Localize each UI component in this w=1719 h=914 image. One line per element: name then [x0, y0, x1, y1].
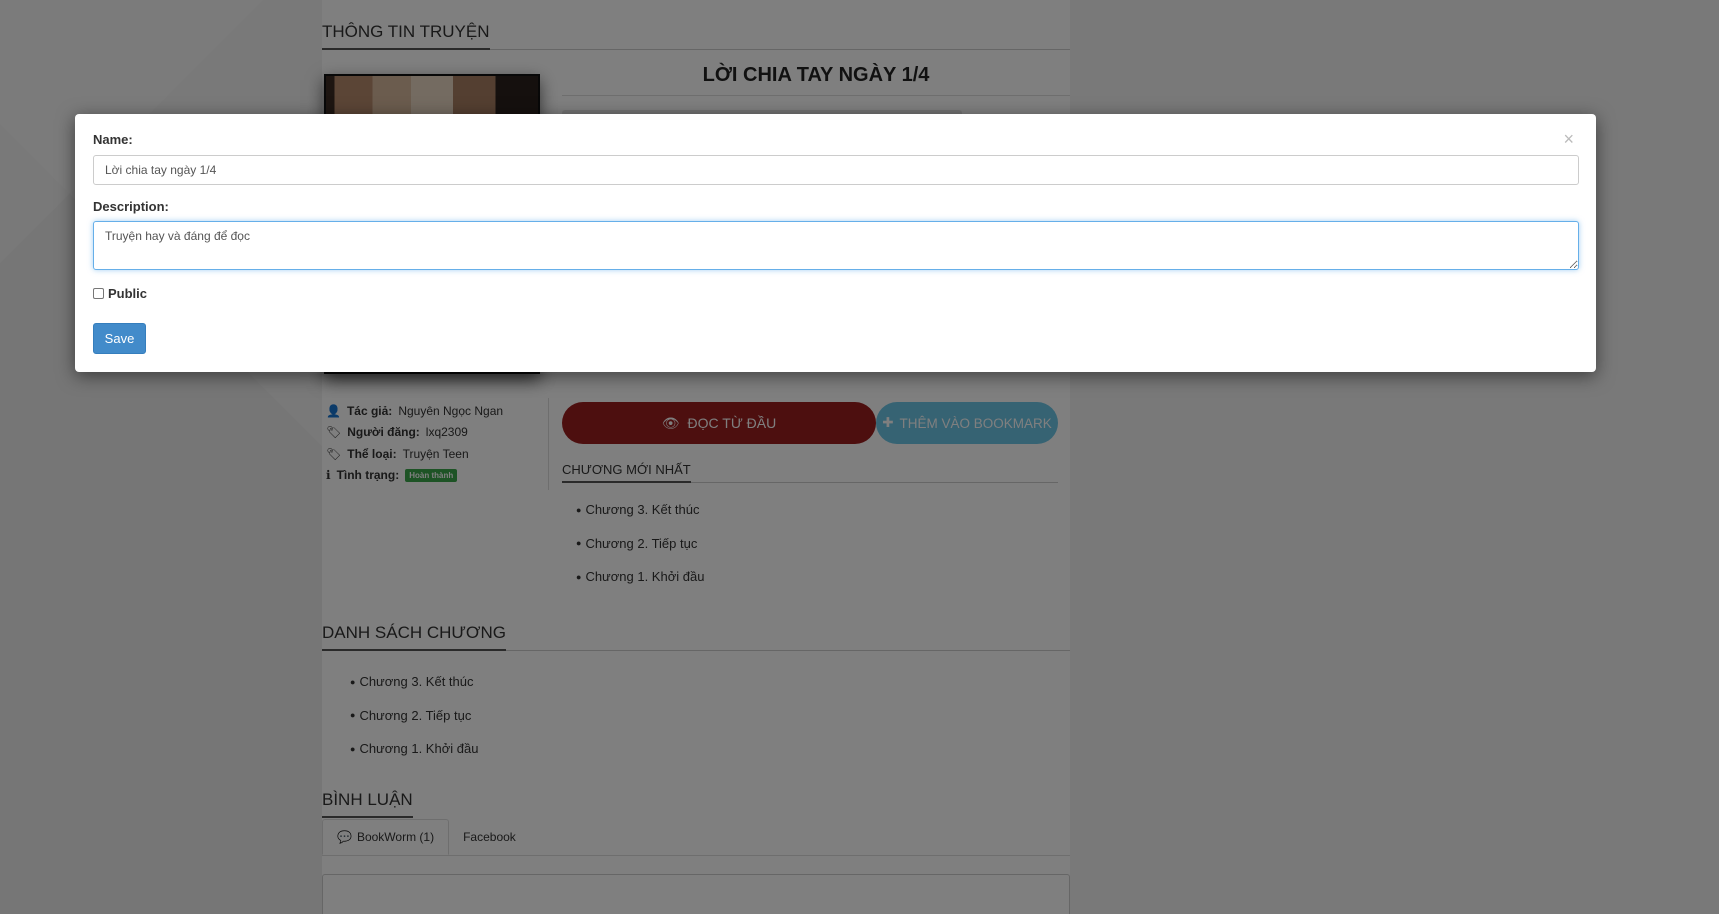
description-label: Description: [93, 199, 169, 214]
public-checkbox[interactable] [93, 288, 104, 299]
public-checkbox-row: Public [93, 286, 147, 301]
bookmark-modal: × Name: Description: Truyện hay và đáng … [75, 114, 1596, 372]
name-field[interactable] [93, 155, 1579, 185]
description-field[interactable]: Truyện hay và đáng để đọc [93, 221, 1579, 270]
save-button[interactable]: Save [93, 323, 146, 354]
close-icon[interactable]: × [1563, 130, 1574, 148]
name-label: Name: [93, 132, 133, 147]
